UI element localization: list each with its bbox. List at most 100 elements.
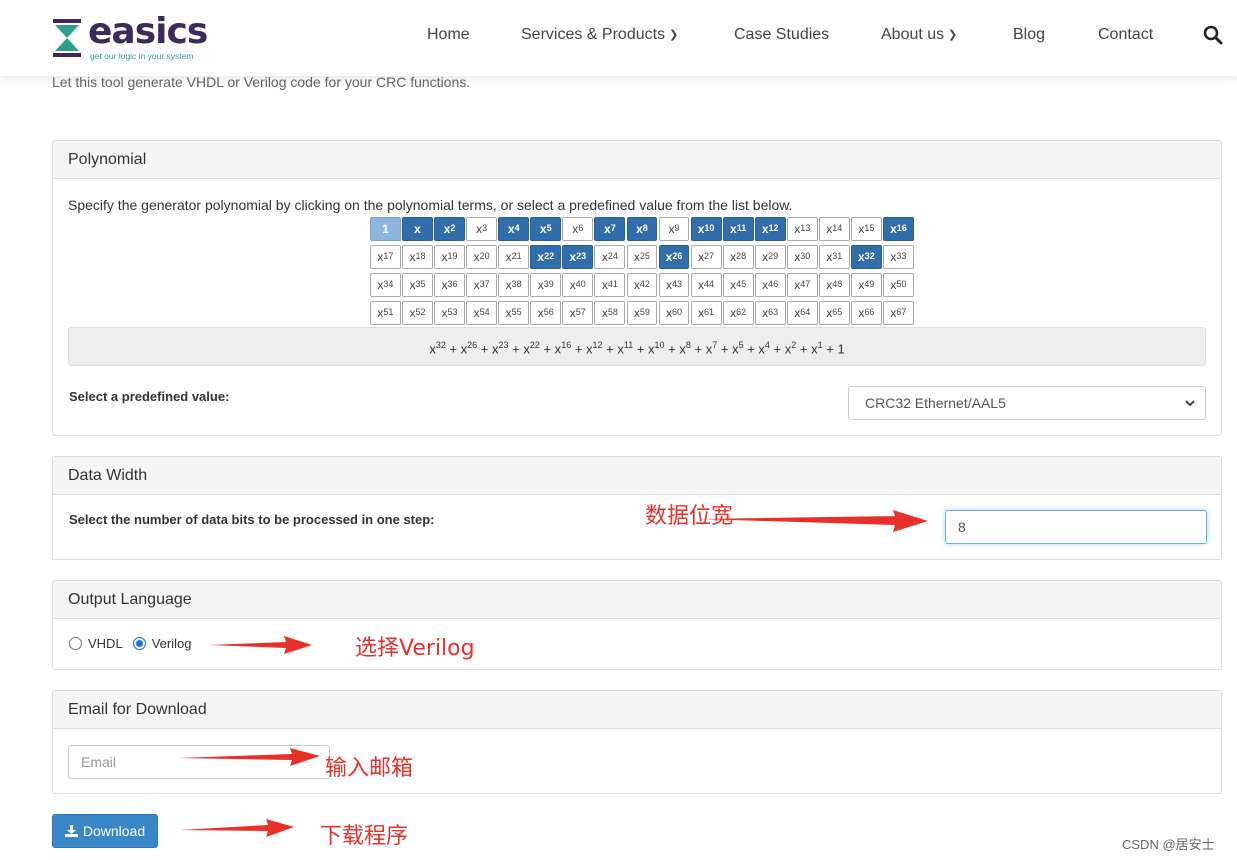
term-x20[interactable]: x 20 [466,245,498,269]
nav-contact[interactable]: Contact [1098,26,1153,44]
term-x59[interactable]: x 59 [626,301,658,325]
chevron-down-icon: ❯ [669,29,679,41]
term-x50[interactable]: x 50 [883,273,914,297]
term-x55[interactable]: x 55 [498,301,530,325]
verilog-label: Verilog [151,636,192,651]
term-x1[interactable]: x [402,217,433,241]
term-x14[interactable]: x 14 [818,217,850,241]
term-x57[interactable]: x 57 [562,301,594,325]
term-x0[interactable]: 1 [370,217,401,241]
term-x51[interactable]: x 51 [370,301,401,325]
term-x23[interactable]: x 23 [562,245,594,269]
term-x43[interactable]: x 43 [658,273,690,297]
term-row: x 17 x 18 x 19 x 20 x 21 x 22 x 23 x 24 x 25 x 26 x 27 x 28 x 29 x… [370,245,915,269]
term-x39[interactable]: x 39 [530,273,562,297]
verilog-radio[interactable] [132,637,146,650]
term-x31[interactable]: x 31 [818,245,850,269]
term-x8[interactable]: x8 [626,217,658,241]
nav-about-us[interactable]: About us ❯ [881,26,957,44]
term-x67[interactable]: x 67 [883,301,914,325]
term-x25[interactable]: x 25 [626,245,658,269]
term-x65[interactable]: x 65 [818,301,850,325]
panel-heading: Email for Download [53,691,1221,729]
term-x34[interactable]: x 34 [370,273,401,297]
term-x45[interactable]: x 45 [722,273,754,297]
term-x32[interactable]: x 32 [850,245,882,269]
nav-blog[interactable]: Blog [1013,26,1045,44]
term-x28[interactable]: x 28 [722,245,754,269]
term-x4[interactable]: x4 [498,217,530,241]
term-x49[interactable]: x 49 [850,273,882,297]
search-icon[interactable] [1203,25,1223,45]
data-width-input[interactable]: 8 [945,510,1207,544]
term-x24[interactable]: x 24 [594,245,626,269]
term-x15[interactable]: x 15 [850,217,882,241]
email-panel: Email for Download Email [52,690,1222,794]
term-x56[interactable]: x 56 [530,301,562,325]
term-x42[interactable]: x 42 [626,273,658,297]
annotation-arrow [180,819,294,837]
term-x3[interactable]: x3 [466,217,498,241]
term-x52[interactable]: x 52 [402,301,433,325]
term-x19[interactable]: x 19 [434,245,465,269]
term-x16[interactable]: x 16 [883,217,914,241]
watermark: CSDN @居安士 [1122,837,1215,852]
term-x64[interactable]: x 64 [786,301,818,325]
term-x61[interactable]: x 61 [690,301,722,325]
annotation-download-program: 下载程序 [320,824,409,849]
term-row: x 34 x 35 x 36 x 37 x 38 x 39 x 40 x 41 x 42 x 43 x 44 x 45 x 46 x… [370,273,915,297]
term-x13[interactable]: x 13 [786,217,818,241]
term-x27[interactable]: x 27 [690,245,722,269]
term-x58[interactable]: x 58 [594,301,626,325]
term-x17[interactable]: x 17 [370,245,401,269]
term-x38[interactable]: x 38 [498,273,530,297]
nav-case-studies[interactable]: Case Studies [734,26,829,44]
download-icon [64,825,78,837]
term-x60[interactable]: x 60 [658,301,690,325]
vhdl-radio[interactable] [69,637,82,650]
term-x29[interactable]: x 29 [754,245,786,269]
term-x22[interactable]: x 22 [530,245,562,269]
term-x26[interactable]: x 26 [658,245,690,269]
term-x5[interactable]: x5 [530,217,562,241]
predefined-select[interactable]: CRC32 Ethernet/AAL5 [848,386,1206,420]
term-x11[interactable]: x 11 [722,217,754,241]
term-x66[interactable]: x 66 [850,301,882,325]
term-x62[interactable]: x 62 [722,301,754,325]
data-width-label: Select the number of data bits to be pro… [69,512,435,527]
term-x37[interactable]: x 37 [466,273,498,297]
term-row: x 51 x 52 x 53 x 54 x 55 x 56 x 57 x 58 x 59 x 60 x 61 x 62 x 63 x… [370,301,915,325]
term-row: 1 x x 2 x 3 x 4 x 5 x 6 x 7 x 8 x 9 x 10 x 11 x 12 x 13 x 14 x 15 x 16 [370,217,915,241]
term-x21[interactable]: x 21 [498,245,530,269]
term-x44[interactable]: x 44 [690,273,722,297]
term-x53[interactable]: x 53 [434,301,465,325]
term-x7[interactable]: x7 [594,217,626,241]
download-button[interactable]: Download [52,814,158,848]
annotation-arrow [178,748,320,766]
term-x9[interactable]: x9 [658,217,690,241]
chevron-down-icon [1185,400,1195,407]
term-x40[interactable]: x 40 [562,273,594,297]
polynomial-panel: Polynomial Specify the generator polynom… [52,140,1222,436]
term-x12[interactable]: x 12 [754,217,786,241]
easics-logo[interactable]: easics get our logic in your system [52,14,208,61]
term-x36[interactable]: x 36 [434,273,465,297]
term-x35[interactable]: x 35 [402,273,433,297]
polynomial-description: Specify the generator polynomial by clic… [68,197,793,213]
term-x30[interactable]: x 30 [786,245,818,269]
term-x33[interactable]: x 33 [883,245,914,269]
term-x2[interactable]: x2 [434,217,465,241]
term-x63[interactable]: x 63 [754,301,786,325]
intro-text: Let this tool generate VHDL or Verilog c… [52,74,471,90]
term-x47[interactable]: x 47 [786,273,818,297]
term-x41[interactable]: x 41 [594,273,626,297]
term-x18[interactable]: x 18 [402,245,433,269]
term-x48[interactable]: x 48 [818,273,850,297]
term-x54[interactable]: x 54 [466,301,498,325]
nav-home[interactable]: Home [427,26,470,44]
nav-services-products[interactable]: Services & Products ❯ [521,26,678,44]
term-x6[interactable]: x6 [562,217,594,241]
term-x10[interactable]: x 10 [690,217,722,241]
term-x46[interactable]: x 46 [754,273,786,297]
hourglass-logo-icon [53,19,81,57]
